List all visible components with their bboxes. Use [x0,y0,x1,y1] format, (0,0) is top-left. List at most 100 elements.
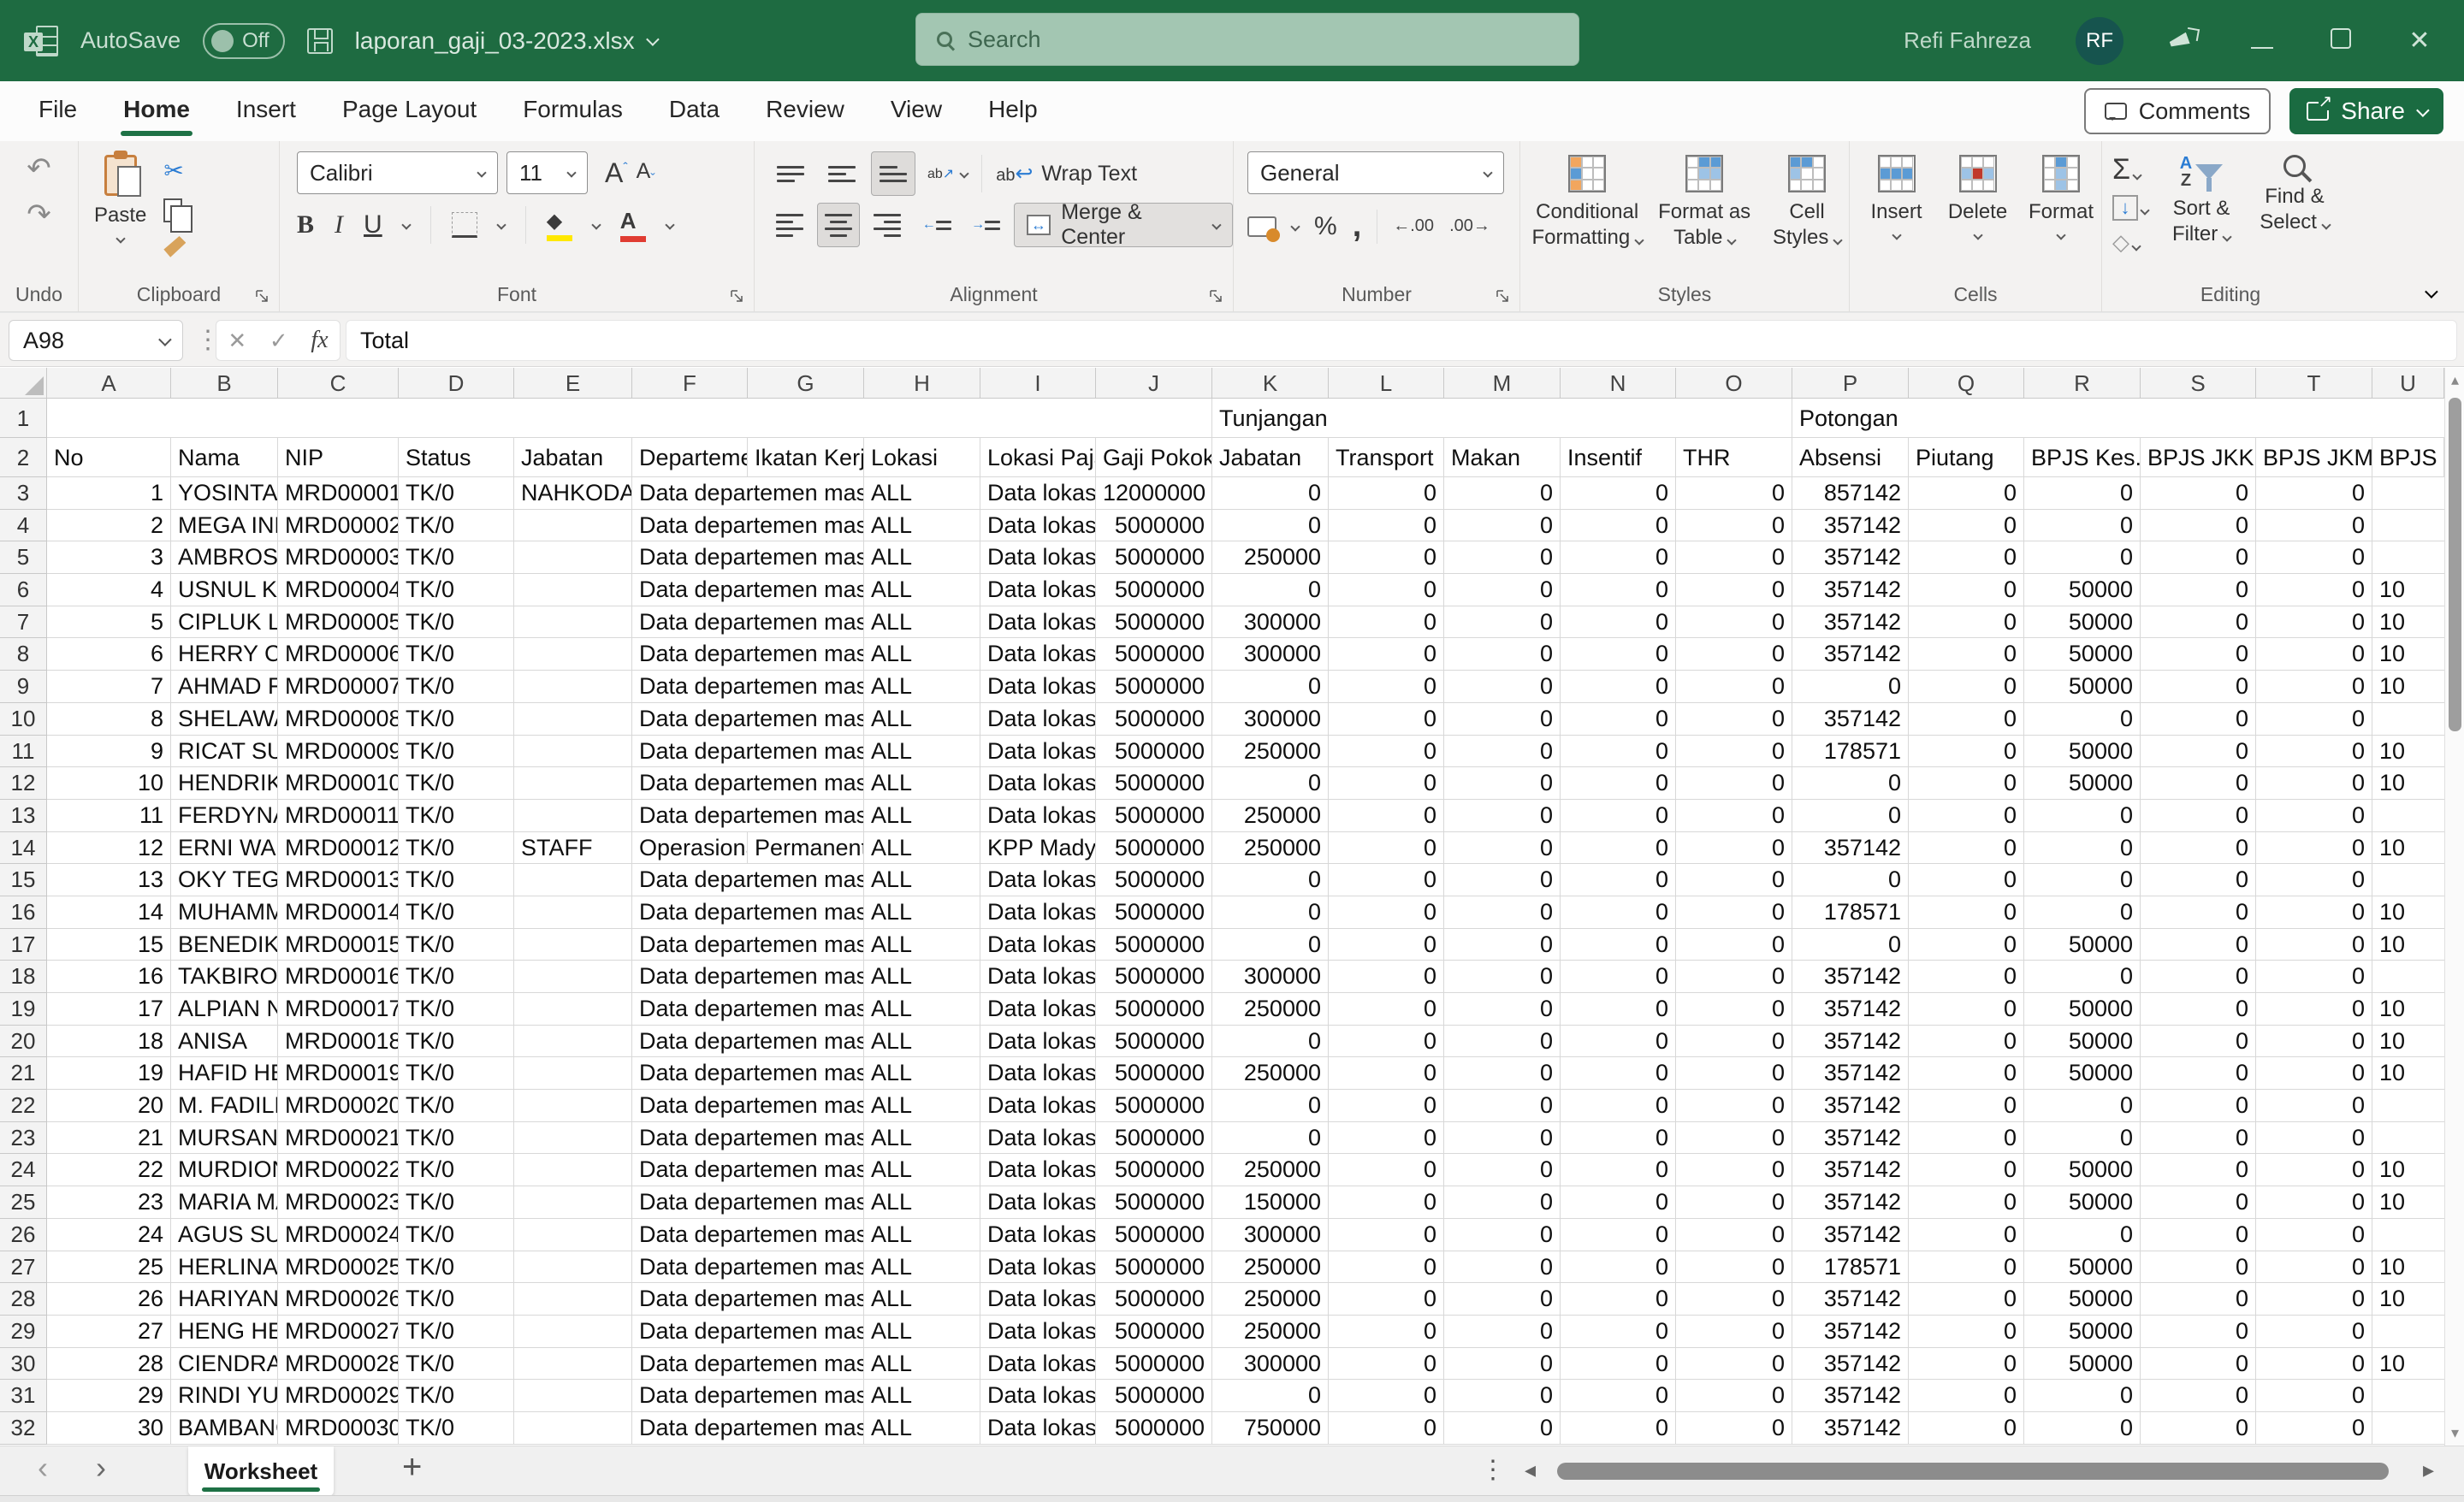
cell-L5[interactable]: 0 [1329,541,1444,574]
col-header-M[interactable]: M [1444,368,1561,399]
col-header-E[interactable]: E [514,368,632,399]
underline-button[interactable]: U [364,210,382,239]
cell-A20[interactable]: 18 [47,1026,171,1058]
feedback-megaphone-icon[interactable] [2168,28,2200,54]
cell-C23[interactable]: MRD00021 [278,1122,399,1155]
cell-Q2[interactable]: Piutang [1909,438,2024,477]
cell-P10[interactable]: 357142 [1792,703,1909,736]
cell-D19[interactable]: TK/0 [399,993,514,1026]
increase-indent-button[interactable]: → [964,203,1006,247]
cell-F9[interactable]: Data departemen masi [632,671,864,703]
cell-M2[interactable]: Makan [1444,438,1561,477]
row-header-13[interactable]: 13 [0,800,47,832]
cell-Q7[interactable]: 0 [1909,606,2024,639]
cell-K4[interactable]: 0 [1212,510,1329,542]
cell-U27[interactable]: 10 [2372,1251,2444,1284]
cell-L9[interactable]: 0 [1329,671,1444,703]
cell-L20[interactable]: 0 [1329,1026,1444,1058]
bottom-align-button[interactable] [871,151,915,196]
cell-I16[interactable]: Data lokasi [980,896,1096,929]
cell-S16[interactable]: 0 [2141,896,2256,929]
cell-M27[interactable]: 0 [1444,1251,1561,1284]
clear-button[interactable]: ◇ [2112,229,2148,256]
cell-R21[interactable]: 50000 [2024,1057,2141,1090]
row-header-12[interactable]: 12 [0,767,47,800]
cell-B29[interactable]: HENG HERI [171,1316,278,1348]
cell-T26[interactable]: 0 [2256,1219,2372,1251]
cell-F7[interactable]: Data departemen masi [632,606,864,639]
cell-M13[interactable]: 0 [1444,800,1561,832]
cell-U21[interactable]: 10 [2372,1057,2444,1090]
cell-N3[interactable]: 0 [1561,477,1676,510]
align-right-button[interactable] [867,203,909,247]
fill-button[interactable]: ↓ [2112,195,2148,221]
cell-Q31[interactable]: 0 [1909,1380,2024,1412]
cell-M21[interactable]: 0 [1444,1057,1561,1090]
cell-E23[interactable] [514,1122,632,1155]
cell-H3[interactable]: ALL [864,477,980,510]
cell-L3[interactable]: 0 [1329,477,1444,510]
cell-B19[interactable]: ALPIAN NU [171,993,278,1026]
fill-color-button[interactable]: ◆ [547,209,572,241]
cell-H2[interactable]: Lokasi [864,438,980,477]
cell-H26[interactable]: ALL [864,1219,980,1251]
row-header-25[interactable]: 25 [0,1186,47,1219]
cell-M19[interactable]: 0 [1444,993,1561,1026]
cell-K29[interactable]: 250000 [1212,1316,1329,1348]
cell-S5[interactable]: 0 [2141,541,2256,574]
cell-U9[interactable]: 10 [2372,671,2444,703]
cell-U4[interactable] [2372,510,2444,542]
cell-R9[interactable]: 50000 [2024,671,2141,703]
cell-S29[interactable]: 0 [2141,1316,2256,1348]
cell-I30[interactable]: Data lokasi [980,1348,1096,1381]
cell-H22[interactable]: ALL [864,1090,980,1122]
cell-C18[interactable]: MRD00016 [278,961,399,993]
cell-C12[interactable]: MRD00010 [278,767,399,800]
cell-H30[interactable]: ALL [864,1348,980,1381]
cell-A31[interactable]: 29 [47,1380,171,1412]
cell-U13[interactable] [2372,800,2444,832]
cell-K23[interactable]: 0 [1212,1122,1329,1155]
vertical-scrollbar[interactable]: ▴ ▾ [2444,368,2464,1446]
cell-H21[interactable]: ALL [864,1057,980,1090]
cell-R18[interactable]: 0 [2024,961,2141,993]
cell-O4[interactable]: 0 [1676,510,1792,542]
cell-M14[interactable]: 0 [1444,832,1561,865]
cell-Q15[interactable]: 0 [1909,864,2024,896]
undo-button[interactable]: ↶ [27,151,51,186]
cell-A10[interactable]: 8 [47,703,171,736]
cell-B15[interactable]: OKY TEGUH [171,864,278,896]
cell-C11[interactable]: MRD00009 [278,736,399,768]
grow-font-button[interactable]: Aˆ [605,157,628,189]
cell-F15[interactable]: Data departemen masi [632,864,864,896]
cell-P24[interactable]: 357142 [1792,1154,1909,1186]
cell-R26[interactable]: 0 [2024,1219,2141,1251]
cell-K14[interactable]: 250000 [1212,832,1329,865]
cell-S11[interactable]: 0 [2141,736,2256,768]
cell-H25[interactable]: ALL [864,1186,980,1219]
cell-R8[interactable]: 50000 [2024,638,2141,671]
cell-C19[interactable]: MRD00017 [278,993,399,1026]
cell-O13[interactable]: 0 [1676,800,1792,832]
percent-button[interactable]: % [1314,212,1337,241]
cell-K10[interactable]: 300000 [1212,703,1329,736]
cell-J23[interactable]: 5000000 [1096,1122,1212,1155]
cell-H5[interactable]: ALL [864,541,980,574]
cell-C21[interactable]: MRD00019 [278,1057,399,1090]
cell-B31[interactable]: RINDI YULI [171,1380,278,1412]
cell-P4[interactable]: 357142 [1792,510,1909,542]
cell-E32[interactable] [514,1412,632,1445]
row-header-5[interactable]: 5 [0,541,47,574]
cell-Q28[interactable]: 0 [1909,1283,2024,1316]
cell-O28[interactable]: 0 [1676,1283,1792,1316]
font-color-button[interactable]: A [620,208,646,242]
cell-D29[interactable]: TK/0 [399,1316,514,1348]
cell-N9[interactable]: 0 [1561,671,1676,703]
cell-P5[interactable]: 357142 [1792,541,1909,574]
cell-O8[interactable]: 0 [1676,638,1792,671]
cell-C29[interactable]: MRD00027 [278,1316,399,1348]
cell-M24[interactable]: 0 [1444,1154,1561,1186]
cell-J12[interactable]: 5000000 [1096,767,1212,800]
cell-P9[interactable]: 0 [1792,671,1909,703]
cell-P15[interactable]: 0 [1792,864,1909,896]
